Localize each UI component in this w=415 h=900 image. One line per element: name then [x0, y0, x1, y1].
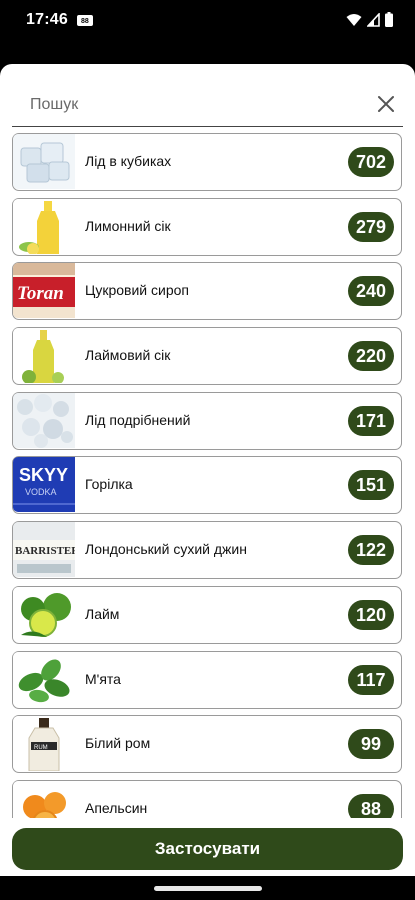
list-item[interactable]: Лід подрібнений 171 — [12, 391, 402, 450]
count-badge: 151 — [348, 470, 394, 501]
apply-button[interactable]: Застосувати — [12, 828, 403, 870]
count-badge: 122 — [348, 535, 394, 566]
item-label: Лід подрібнений — [85, 411, 191, 428]
count-badge: 240 — [348, 276, 394, 307]
status-icons — [346, 12, 393, 27]
skyy-logo-text: SKYY — [19, 465, 68, 485]
list-item[interactable]: Toran Цукровий сироп 240 — [12, 262, 402, 321]
lemon-juice-thumbnail — [13, 198, 75, 254]
count-badge: 117 — [348, 664, 394, 695]
item-label: Горілка — [85, 476, 133, 493]
lime-thumbnail — [13, 586, 75, 642]
rum-label-text: RUM — [34, 745, 48, 751]
torani-logo-text: Toran — [17, 283, 64, 304]
item-label: Лід в кубиках — [85, 153, 172, 169]
battery-icon — [385, 12, 393, 27]
ingredient-picker-sheet: Лід в кубиках 702 Лимонний сік 279 — [0, 64, 415, 876]
item-label: Цукровий сироп — [85, 282, 189, 299]
navigation-bar — [0, 876, 415, 900]
vodka-thumbnail: SKYY VODKA — [13, 457, 75, 513]
crushed-ice-thumbnail — [13, 392, 75, 448]
list-item[interactable]: Лід в кубиках 702 — [12, 133, 402, 191]
signal-icon — [367, 12, 380, 27]
item-label: Лондонський сухий джин — [85, 541, 247, 558]
search-bar — [12, 82, 403, 127]
vodka-logo-text: VODKA — [25, 487, 57, 497]
list-item[interactable]: RUM Білий ром 99 — [12, 715, 402, 774]
item-label: Лайм — [85, 605, 120, 622]
barrister-logo-text: BARRISTER — [15, 545, 75, 557]
mint-thumbnail — [13, 651, 75, 707]
status-time: 17:46 — [26, 11, 68, 28]
home-gesture-pill[interactable] — [154, 886, 262, 891]
notification-badge-icon: 88 — [76, 14, 93, 26]
count-badge: 279 — [348, 211, 394, 242]
item-label: М'ята — [85, 670, 121, 687]
list-item[interactable]: SKYY VODKA Горілка 151 — [12, 456, 402, 515]
list-item[interactable]: BARRISTER Лондонський сухий джин 122 — [12, 521, 402, 580]
white-rum-thumbnail: RUM — [13, 716, 75, 772]
ice-cubes-thumbnail — [13, 134, 75, 189]
apply-bar: Застосувати — [0, 818, 415, 876]
count-badge: 171 — [348, 405, 394, 436]
count-badge: 220 — [348, 341, 394, 372]
list-item[interactable]: Лайм 120 — [12, 585, 402, 644]
list-item[interactable]: Лаймовий сік 220 — [12, 327, 402, 386]
sugar-syrup-thumbnail: Toran — [13, 263, 75, 319]
count-badge: 120 — [348, 599, 394, 630]
count-badge: 99 — [348, 729, 394, 760]
list-item[interactable]: М'ята 117 — [12, 650, 402, 709]
lime-juice-thumbnail — [13, 328, 75, 384]
item-label: Апельсин — [85, 799, 148, 816]
close-icon[interactable] — [373, 91, 399, 117]
search-input[interactable] — [28, 90, 362, 120]
item-label: Білий ром — [85, 735, 151, 752]
count-badge: 702 — [348, 147, 394, 177]
item-label: Лаймовий сік — [85, 347, 171, 364]
item-label: Лимонний сік — [85, 217, 171, 234]
list-item[interactable]: Лимонний сік 279 — [12, 197, 402, 256]
status-bar: 17:46 88 — [0, 0, 415, 40]
wifi-icon — [346, 13, 362, 26]
ingredient-list: Лід в кубиках 702 Лимонний сік 279 Toran… — [12, 133, 402, 845]
gin-thumbnail: BARRISTER — [13, 522, 75, 578]
